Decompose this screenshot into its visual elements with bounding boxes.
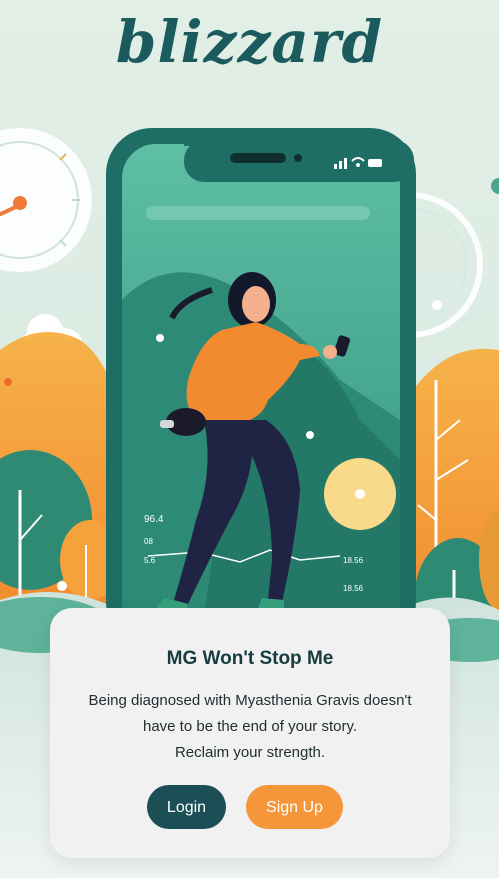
welcome-card: MG Won't Stop Me Being diagnosed with My… — [50, 608, 450, 858]
stat-3: 5.6 — [144, 556, 156, 565]
card-description: Being diagnosed with Myasthenia Gravis d… — [70, 688, 430, 766]
stat-2: 08 — [144, 537, 153, 546]
app-logo: blizzard — [115, 8, 384, 76]
signup-button[interactable]: Sign Up — [246, 785, 343, 829]
login-button[interactable]: Login — [147, 785, 226, 829]
battery-icon — [368, 159, 382, 167]
stat-1: 96.4 — [144, 514, 164, 525]
card-line-3: Reclaim your strength. — [174, 744, 326, 761]
stat-5: 18.56 — [343, 584, 364, 593]
card-line-1: Being diagnosed with Myasthenia Gravis d… — [88, 692, 412, 709]
card-line-2: have to be the end of your story. — [142, 718, 358, 735]
stat-4: 18.56 — [343, 556, 364, 565]
card-title: MG Won't Stop Me — [166, 648, 334, 669]
